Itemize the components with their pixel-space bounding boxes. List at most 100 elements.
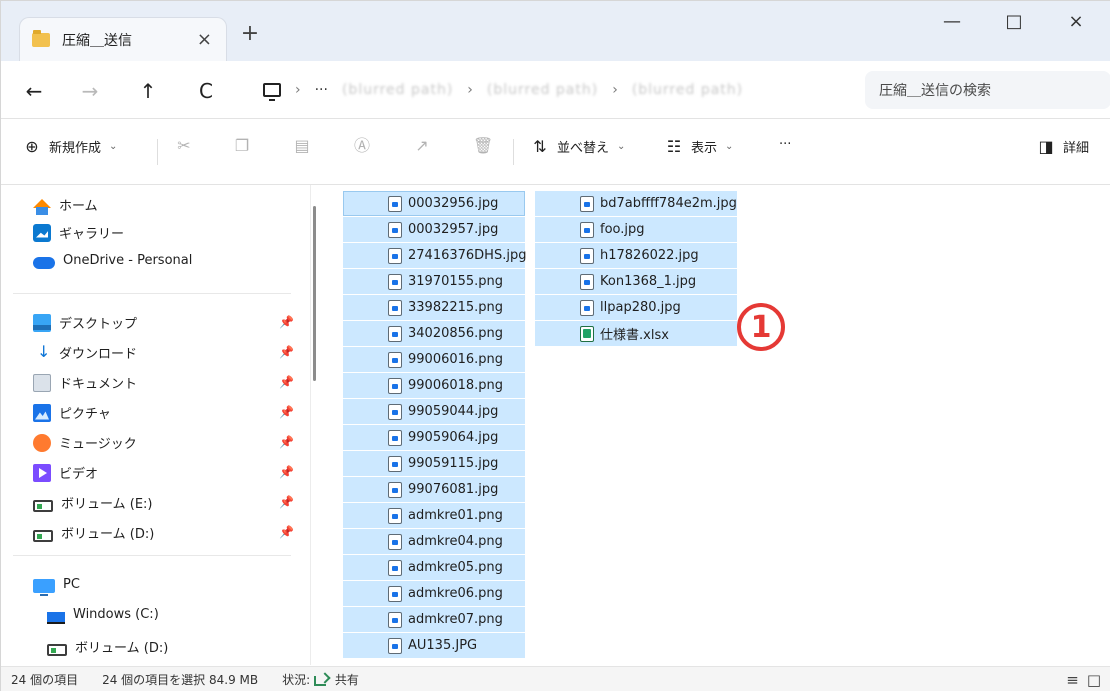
pin-icon[interactable]: 📌: [279, 525, 294, 539]
new-tab-button[interactable]: +: [237, 23, 263, 49]
file-item[interactable]: 34020856.png: [343, 321, 525, 346]
nav-item-music[interactable]: ミュージック: [33, 433, 137, 452]
tiles-view-icon[interactable]: □: [1087, 671, 1101, 689]
paste-button[interactable]: ▤: [293, 137, 311, 155]
maximize-button[interactable]: □: [997, 11, 1031, 47]
file-item[interactable]: admkre05.png: [343, 555, 525, 580]
pin-icon[interactable]: 📌: [279, 315, 294, 329]
close-window-button[interactable]: ×: [1059, 11, 1093, 47]
delete-button[interactable]: 🗑: [473, 137, 493, 155]
rename-button[interactable]: Ⓐ: [353, 137, 371, 155]
nav-item-label: ボリューム (E:): [61, 497, 153, 512]
nav-item-label: ピクチャ: [59, 407, 111, 422]
file-item[interactable]: 99006016.png: [343, 347, 525, 372]
nav-item-gallery[interactable]: ギャラリー: [33, 223, 124, 242]
share-icon: [314, 674, 328, 686]
file-name: h17826022.jpg: [600, 248, 699, 263]
breadcrumb-item-blurred-3[interactable]: (blurred path): [632, 82, 743, 98]
image-file-icon: [388, 351, 402, 368]
search-input[interactable]: 圧縮＿送信の検索: [865, 71, 1110, 109]
nav-item-pc[interactable]: PC: [33, 577, 80, 596]
up-button[interactable]: ↑: [135, 78, 161, 104]
copy-button[interactable]: ❐: [233, 137, 251, 155]
file-name: 仕様書.xlsx: [600, 328, 669, 343]
file-item[interactable]: Kon1368_1.jpg: [535, 269, 737, 294]
nav-item-label: ダウンロード: [59, 347, 138, 362]
sort-button[interactable]: ⇅ 並べ替え ⌄: [531, 137, 625, 156]
minimize-button[interactable]: —: [935, 11, 969, 47]
pin-icon[interactable]: 📌: [279, 345, 294, 359]
pin-icon[interactable]: 📌: [279, 465, 294, 479]
pin-icon[interactable]: 📌: [279, 375, 294, 389]
back-button[interactable]: ←: [21, 78, 47, 104]
close-tab-icon[interactable]: ×: [197, 29, 212, 50]
nav-item-volume-d[interactable]: ボリューム (D:): [33, 523, 154, 542]
more-options-button[interactable]: ···: [779, 137, 791, 152]
file-item[interactable]: admkre01.png: [343, 503, 525, 528]
file-name: admkre05.png: [408, 560, 503, 575]
file-item[interactable]: admkre04.png: [343, 529, 525, 554]
view-button[interactable]: ☷ 表示 ⌄: [665, 137, 734, 156]
nav-item-label: ホーム: [59, 199, 98, 214]
file-item[interactable]: llpap280.jpg: [535, 295, 737, 320]
image-file-icon: [580, 299, 594, 316]
file-item[interactable]: h17826022.jpg: [535, 243, 737, 268]
file-item[interactable]: 99006018.png: [343, 373, 525, 398]
file-item[interactable]: 27416376DHS.jpg: [343, 243, 526, 268]
nav-item-pictures[interactable]: ピクチャ: [33, 403, 111, 422]
nav-item-desktop[interactable]: デスクトップ: [33, 313, 137, 332]
nav-item-label: ドキュメント: [59, 377, 138, 392]
command-bar: ⊕ 新規作成 ⌄ ✂ ❐ ▤ Ⓐ ↗ 🗑 ⇅ 並べ替え ⌄ ☷ 表示 ⌄ ···…: [1, 119, 1110, 185]
file-item[interactable]: 99059044.jpg: [343, 399, 525, 424]
nav-item-home[interactable]: ホーム: [33, 195, 98, 215]
rename-icon: Ⓐ: [353, 136, 370, 155]
file-item[interactable]: bd7abffff784e2m.jpg: [535, 191, 737, 216]
nav-item-videos[interactable]: ビデオ: [33, 463, 98, 482]
pin-icon[interactable]: 📌: [279, 495, 294, 509]
chevron-down-icon: ⌄: [725, 141, 734, 152]
file-item[interactable]: 31970155.png: [343, 269, 525, 294]
file-name: 31970155.png: [408, 274, 504, 289]
nav-item-volume-d-pc[interactable]: ボリューム (D:): [47, 637, 168, 656]
file-item[interactable]: 33982215.png: [343, 295, 525, 320]
file-item[interactable]: foo.jpg: [535, 217, 737, 242]
file-item[interactable]: 00032957.jpg: [343, 217, 525, 242]
file-item[interactable]: 00032956.jpg: [343, 191, 525, 216]
nav-scrollbar[interactable]: [313, 206, 316, 381]
nav-item-volume-e[interactable]: ボリューム (E:): [33, 493, 152, 512]
pin-icon[interactable]: 📌: [279, 405, 294, 419]
breadcrumb[interactable]: › ··· (blurred path) › (blurred path) › …: [249, 71, 857, 109]
nav-item-windows-c[interactable]: Windows (C:): [47, 607, 159, 624]
nav-item-onedrive[interactable]: OneDrive - Personal: [33, 253, 192, 269]
file-name: foo.jpg: [600, 222, 645, 237]
file-item[interactable]: admkre07.png: [343, 607, 525, 632]
pin-icon[interactable]: 📌: [279, 435, 294, 449]
file-item[interactable]: 99059064.jpg: [343, 425, 525, 450]
file-item[interactable]: admkre06.png: [343, 581, 525, 606]
details-view-icon[interactable]: ≡: [1066, 671, 1079, 689]
file-item[interactable]: 99059115.jpg: [343, 451, 525, 476]
file-list: 00032956.jpg 00032957.jpg 27416376DHS.jp…: [321, 185, 1110, 665]
image-file-icon: [388, 507, 402, 524]
forward-button[interactable]: →: [77, 78, 103, 104]
file-name: admkre04.png: [408, 534, 503, 549]
copy-icon: ❐: [234, 136, 250, 155]
cut-button[interactable]: ✂: [175, 137, 193, 155]
new-button[interactable]: ⊕ 新規作成 ⌄: [23, 137, 117, 156]
file-item[interactable]: 99076081.jpg: [343, 477, 525, 502]
nav-item-documents[interactable]: ドキュメント: [33, 373, 137, 392]
breadcrumb-item-blurred-2[interactable]: (blurred path): [487, 82, 598, 98]
tab-current-folder[interactable]: 圧縮＿送信 ×: [19, 17, 227, 61]
breadcrumb-item-blurred-1[interactable]: (blurred path): [342, 82, 453, 98]
nav-item-downloads[interactable]: ダウンロード: [33, 342, 138, 363]
refresh-button[interactable]: C: [193, 78, 219, 104]
gallery-icon: [33, 223, 51, 242]
documents-icon: [33, 373, 51, 392]
drive-icon: [33, 529, 53, 542]
file-item[interactable]: 仕様書.xlsx: [535, 321, 737, 346]
share-button[interactable]: ↗: [413, 137, 431, 155]
view-toggle: ≡ □: [1066, 671, 1101, 689]
breadcrumb-overflow[interactable]: ···: [315, 82, 328, 98]
details-button[interactable]: ◨ 詳細: [1037, 137, 1089, 156]
file-item[interactable]: AU135.JPG: [343, 633, 525, 658]
